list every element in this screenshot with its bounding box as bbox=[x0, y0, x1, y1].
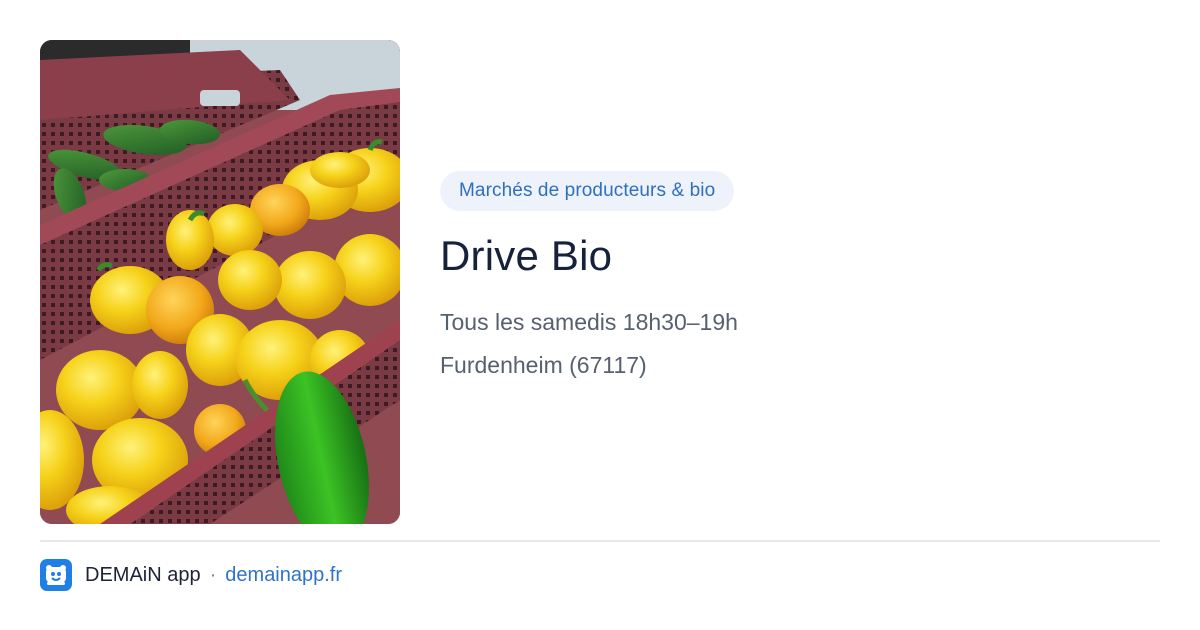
category-tag[interactable]: Marchés de producteurs & bio bbox=[440, 171, 735, 211]
event-title: Drive Bio bbox=[440, 232, 613, 279]
demain-logo-icon bbox=[40, 559, 72, 591]
market-photo bbox=[40, 40, 400, 524]
footer: DEMAiN app · demainapp.fr bbox=[40, 558, 342, 592]
event-schedule: Tous les samedis 18h30–19h bbox=[440, 309, 738, 335]
peppers-image bbox=[40, 40, 400, 524]
app-name: DEMAiN app bbox=[85, 563, 201, 586]
event-info: Marchés de producteurs & bio Drive Bio T… bbox=[440, 171, 1140, 380]
footer-separator: · bbox=[209, 563, 217, 586]
site-link[interactable]: demainapp.fr bbox=[225, 564, 342, 587]
divider bbox=[40, 540, 1160, 542]
event-location: Furdenheim (67117) bbox=[440, 352, 647, 378]
